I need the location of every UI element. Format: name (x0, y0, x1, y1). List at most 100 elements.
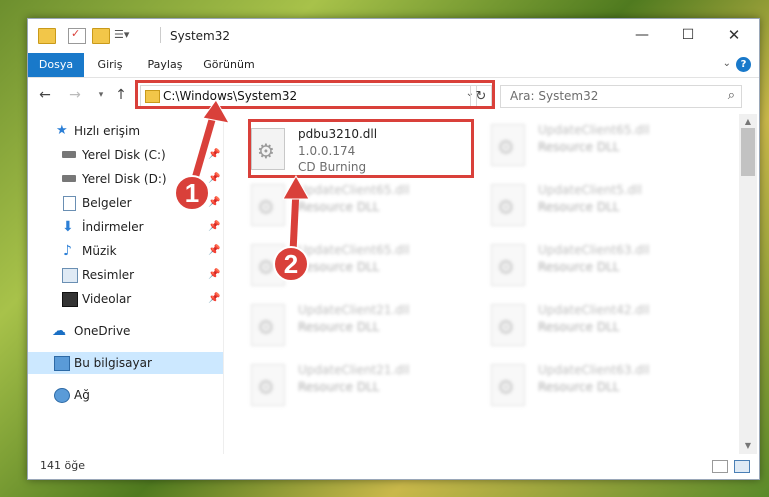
star-icon: ★ (56, 123, 68, 138)
file-item[interactable]: ⚙ UpdateClient63.dll Resource DLL (489, 360, 719, 416)
sidebar-item-label: Videolar (82, 292, 132, 306)
dll-file-icon: ⚙ (251, 304, 285, 346)
file-name: UpdateClient63.dll (538, 363, 650, 377)
dll-file-icon: ⚙ (491, 304, 525, 346)
file-item[interactable]: ⚙ UpdateClient65.dll Resource DLL (249, 240, 479, 296)
explorer-window: ✓ ☰▾ System32 — ☐ ✕ Dosya Giriş Paylaş G… (27, 18, 760, 480)
file-item[interactable]: ⚙ UpdateClient65.dll Resource DLL (489, 120, 719, 176)
sidebar-item-label: Hızlı erişim (74, 124, 141, 138)
file-item[interactable]: ⚙ UpdateClient63.dll Resource DLL (489, 240, 719, 296)
recent-locations-icon[interactable]: ▾ (92, 86, 110, 104)
file-item[interactable]: ⚙ UpdateClient21.dll Resource DLL (249, 300, 479, 356)
pictures-icon (62, 268, 78, 283)
sidebar-item-music[interactable]: ♪ Müzik 📌 (28, 240, 223, 262)
dll-file-icon: ⚙ (251, 184, 285, 226)
music-icon: ♪ (63, 243, 72, 259)
details-view-icon[interactable] (712, 460, 728, 473)
pin-icon[interactable]: 📌 (208, 144, 220, 166)
scroll-thumb[interactable] (741, 128, 755, 176)
item-count: 141 öğe (40, 459, 85, 472)
search-input[interactable]: Ara: System32 ⌕ (500, 85, 742, 108)
pane-divider (223, 114, 224, 454)
help-icon[interactable]: ? (736, 57, 751, 72)
sidebar-item-label: Yerel Disk (C:) (82, 148, 166, 162)
expand-ribbon-icon[interactable]: ⌄ (723, 58, 731, 69)
file-name: UpdateClient42.dll (538, 303, 650, 317)
sidebar-item-label: Ağ (74, 388, 90, 402)
new-folder-icon[interactable] (92, 28, 110, 44)
title-bar: ✓ ☰▾ System32 — ☐ ✕ (28, 19, 759, 53)
drive-icon (62, 151, 76, 158)
sidebar-item-disk-c[interactable]: Yerel Disk (C:) 📌 (28, 144, 223, 166)
sidebar-item-label: Belgeler (82, 196, 132, 210)
pin-icon[interactable]: 📌 (208, 240, 220, 262)
file-description: Resource DLL (538, 200, 620, 214)
sidebar-item-pictures[interactable]: Resimler 📌 (28, 264, 223, 286)
forward-arrow-icon[interactable]: → (66, 86, 84, 104)
scroll-down-icon[interactable]: ▼ (739, 438, 757, 454)
sidebar-item-videos[interactable]: Videolar 📌 (28, 288, 223, 310)
address-highlight-box (135, 80, 495, 109)
sidebar-item-label: İndirmeler (82, 220, 144, 234)
sidebar-item-downloads[interactable]: ⬇ İndirmeler 📌 (28, 216, 223, 238)
file-item[interactable]: ⚙ UpdateClient21.dll Resource DLL (249, 360, 479, 416)
drive-icon (62, 175, 76, 182)
pin-icon[interactable]: 📌 (208, 192, 220, 214)
large-icons-view-icon[interactable] (734, 460, 750, 473)
file-description: Resource DLL (538, 320, 620, 334)
tab-home[interactable]: Giriş (88, 53, 132, 77)
dll-file-icon: ⚙ (491, 184, 525, 226)
status-bar: 141 öğe (28, 454, 759, 478)
sidebar-item-label: OneDrive (74, 324, 131, 338)
network-icon (54, 388, 70, 403)
sidebar-item-onedrive[interactable]: ☁ OneDrive (28, 320, 223, 342)
file-item[interactable]: ⚙ UpdateClient65.dll Resource DLL (249, 180, 479, 236)
ribbon-tabs: Dosya Giriş Paylaş Görünüm ⌄ ? (28, 53, 759, 77)
file-name: UpdateClient21.dll (298, 363, 410, 377)
tab-view[interactable]: Görünüm (198, 53, 260, 77)
navigation-pane: ★ Hızlı erişim Yerel Disk (C:) 📌 Yerel D… (28, 114, 223, 454)
downloads-icon: ⬇ (62, 219, 74, 235)
dll-file-icon: ⚙ (251, 244, 285, 286)
tab-share[interactable]: Paylaş (140, 53, 190, 77)
pin-icon[interactable]: 📌 (208, 168, 220, 190)
window-title: System32 (170, 29, 231, 43)
file-item[interactable]: ⚙ UpdateClient5.dll Resource DLL (489, 180, 719, 236)
minimize-button[interactable]: — (619, 19, 665, 52)
customize-toolbar-icon[interactable]: ☰▾ (114, 28, 130, 42)
properties-icon[interactable]: ✓ (68, 27, 86, 44)
sidebar-item-this-pc[interactable]: Bu bilgisayar (28, 352, 223, 374)
file-item[interactable]: ⚙ UpdateClient42.dll Resource DLL (489, 300, 719, 356)
file-name: UpdateClient65.dll (298, 183, 410, 197)
back-arrow-icon[interactable]: ← (36, 86, 54, 104)
sidebar-item-label: Bu bilgisayar (74, 356, 152, 370)
close-button[interactable]: ✕ (711, 19, 757, 52)
pin-icon[interactable]: 📌 (208, 264, 220, 286)
sidebar-item-network[interactable]: Ağ (28, 384, 223, 406)
sidebar-item-disk-d[interactable]: Yerel Disk (D:) 📌 (28, 168, 223, 190)
sidebar-item-label: Yerel Disk (D:) (82, 172, 167, 186)
pin-icon[interactable]: 📌 (208, 216, 220, 238)
cloud-icon: ☁ (52, 323, 66, 339)
sidebar-item-quick-access[interactable]: ★ Hızlı erişim (28, 120, 223, 142)
dll-file-icon: ⚙ (491, 244, 525, 286)
search-placeholder: Ara: System32 (510, 89, 599, 103)
dll-file-icon: ⚙ (491, 364, 525, 406)
file-description: Resource DLL (538, 140, 620, 154)
sidebar-item-label: Resimler (82, 268, 135, 282)
file-description: Resource DLL (298, 200, 380, 214)
file-description: Resource DLL (538, 260, 620, 274)
file-name: UpdateClient21.dll (298, 303, 410, 317)
pin-icon[interactable]: 📌 (208, 288, 220, 310)
tab-file[interactable]: Dosya (28, 53, 84, 77)
maximize-button[interactable]: ☐ (665, 19, 711, 52)
search-icon[interactable]: ⌕ (728, 88, 735, 103)
dll-file-icon: ⚙ (491, 124, 525, 166)
folder-icon (38, 28, 56, 44)
vertical-scrollbar[interactable]: ▲ ▼ (739, 114, 757, 454)
title-divider (160, 27, 161, 43)
file-name: UpdateClient63.dll (538, 243, 650, 257)
sidebar-item-documents[interactable]: Belgeler 📌 (28, 192, 223, 214)
up-arrow-icon[interactable]: ↑ (112, 86, 130, 104)
file-description: Resource DLL (538, 380, 620, 394)
